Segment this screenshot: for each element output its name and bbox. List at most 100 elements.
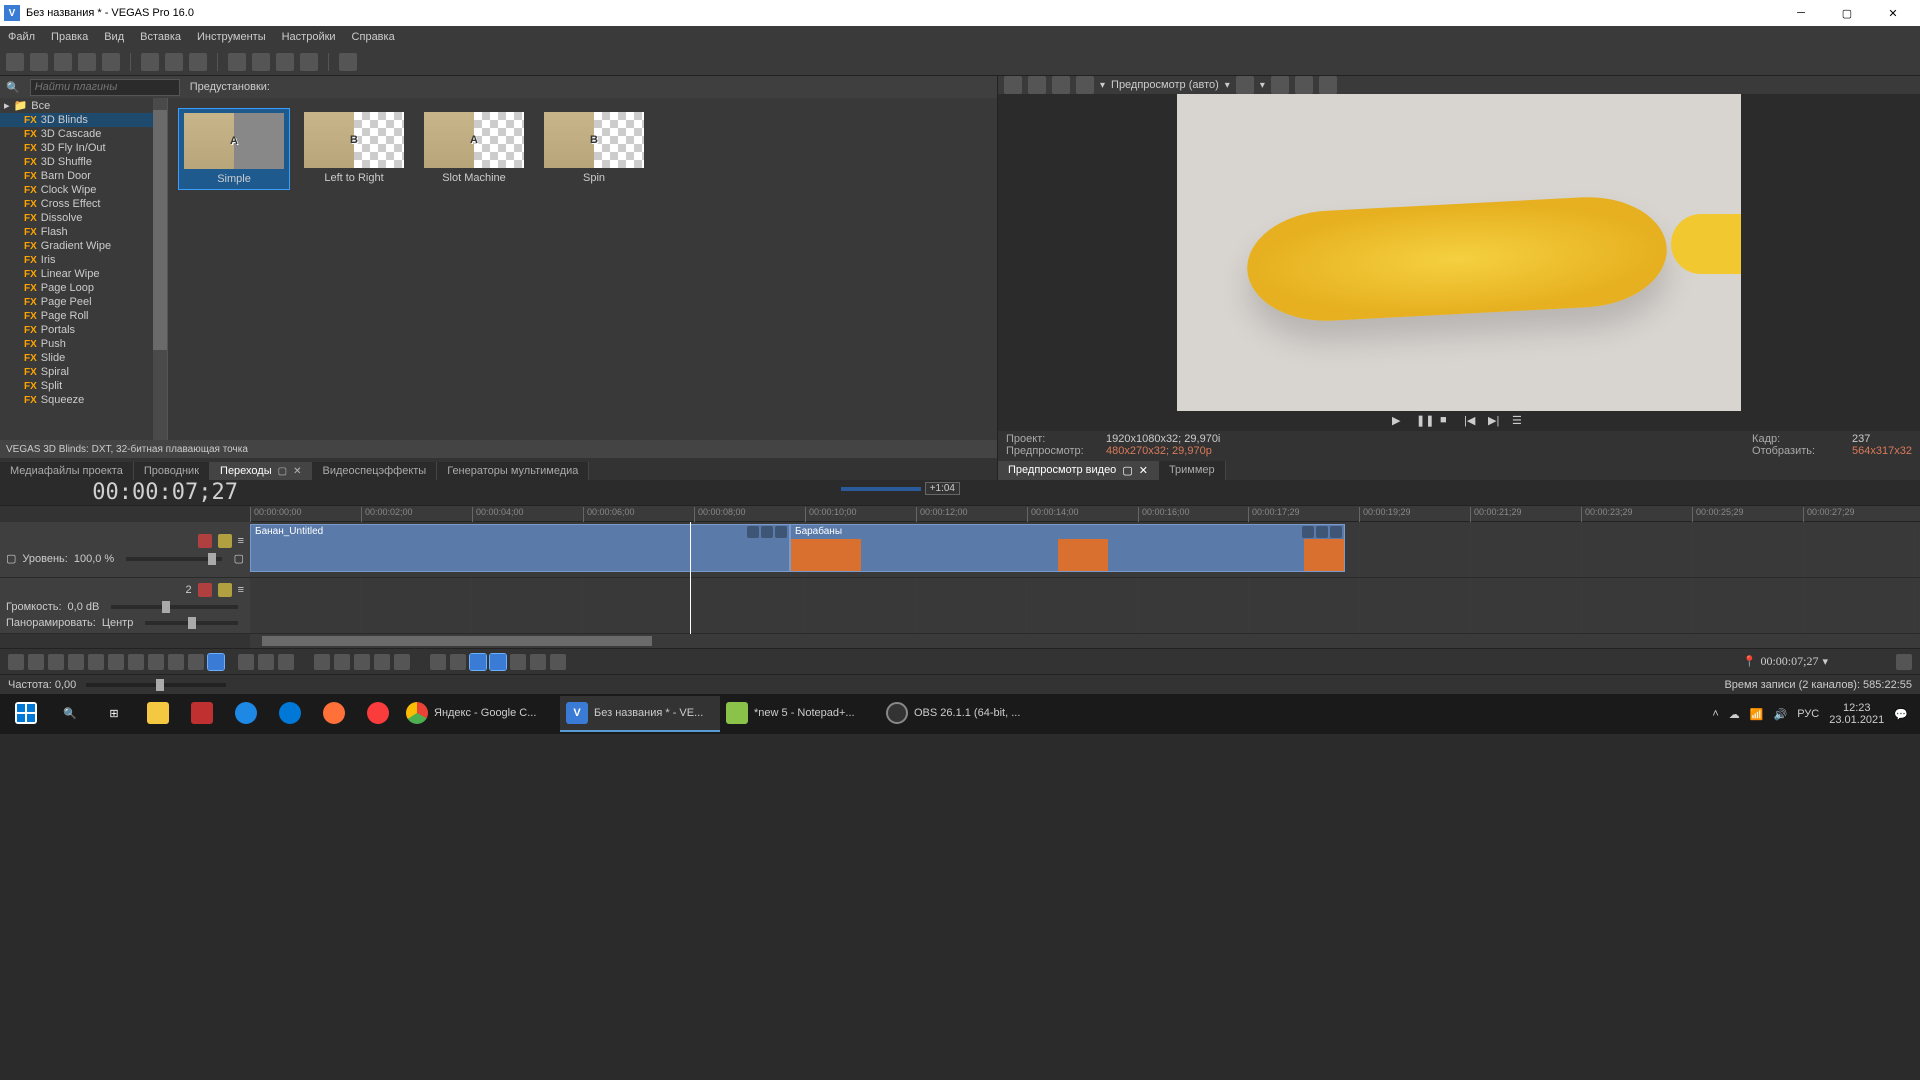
tray-language[interactable]: РУС	[1797, 708, 1819, 720]
tray-volume-icon[interactable]: 🔊	[1774, 708, 1788, 721]
menu-settings[interactable]: Настройки	[282, 31, 336, 43]
menu-insert[interactable]: Вставка	[140, 31, 181, 43]
fx-item[interactable]: FXSqueeze	[0, 393, 167, 407]
solo-icon[interactable]: ▢	[234, 552, 244, 565]
fx-item[interactable]: FXPage Roll	[0, 309, 167, 323]
save-project-icon[interactable]	[54, 53, 72, 71]
tab-media-generators[interactable]: Генераторы мультимедиа	[437, 462, 589, 480]
clip-crop-icon[interactable]	[1302, 526, 1314, 538]
explorer-button[interactable]	[136, 696, 180, 732]
clip-fx-icon[interactable]	[1316, 526, 1328, 538]
tray-chevron-icon[interactable]: ˄	[1712, 708, 1718, 720]
auto-ripple-button[interactable]	[334, 654, 350, 670]
preview-quality-dropdown[interactable]: Предпросмотр (авто)	[1111, 79, 1219, 91]
redo-dropdown-icon[interactable]	[300, 53, 318, 71]
misc-button-1[interactable]	[510, 654, 526, 670]
fx-item[interactable]: FXPage Peel	[0, 295, 167, 309]
fx-item-3d-blinds[interactable]: FX3D Blinds	[0, 113, 167, 127]
tab-video-preview[interactable]: Предпросмотр видео▢✕	[998, 461, 1159, 480]
clip-crop-icon[interactable]	[747, 526, 759, 538]
taskbar-obs[interactable]: OBS 26.1.1 (64-bit, ...	[880, 696, 1040, 732]
copy-icon[interactable]	[165, 53, 183, 71]
video-track-header[interactable]: ≡ ▢Уровень:100,0 %▢	[0, 522, 250, 578]
clip-fx-icon[interactable]	[761, 526, 773, 538]
prev-frame-button[interactable]	[168, 654, 184, 670]
arm-record-icon[interactable]	[198, 583, 212, 597]
misc-button-2[interactable]	[530, 654, 546, 670]
region-button[interactable]	[450, 654, 466, 670]
start-button[interactable]	[4, 696, 48, 732]
quantize-button[interactable]	[374, 654, 390, 670]
undo-icon[interactable]	[228, 53, 246, 71]
taskbar-firefox[interactable]	[312, 696, 356, 732]
split-screen-icon[interactable]	[1076, 76, 1094, 94]
stop-button[interactable]	[108, 654, 124, 670]
fx-item[interactable]: FXLinear Wipe	[0, 267, 167, 281]
video-clip-2[interactable]: Барабаны	[790, 524, 1345, 572]
taskbar-chrome[interactable]: Яндекс - Google C...	[400, 696, 560, 732]
fx-item[interactable]: FXSplit	[0, 379, 167, 393]
taskview-button[interactable]: ⊞	[92, 696, 136, 732]
fx-tree[interactable]: ▸📁Все FX3D Blinds FX3D Cascade FX3D Fly …	[0, 98, 168, 440]
tray-cloud-icon[interactable]: ☁	[1729, 708, 1740, 721]
fx-item[interactable]: FXPage Loop	[0, 281, 167, 295]
clip-menu-icon[interactable]	[775, 526, 787, 538]
preset-simple[interactable]: A Simple	[178, 108, 290, 190]
pan-slider[interactable]	[145, 621, 238, 625]
taskbar-edge[interactable]	[268, 696, 312, 732]
mute-icon[interactable]: ▢	[6, 552, 16, 565]
taskbar-opera[interactable]	[356, 696, 400, 732]
fx-root[interactable]: ▸📁Все	[0, 98, 167, 113]
tray-notifications-icon[interactable]: 💬	[1894, 708, 1908, 721]
menu-tools[interactable]: Инструменты	[197, 31, 266, 43]
track-menu-icon[interactable]: ≡	[238, 535, 244, 547]
track-motion-icon[interactable]	[198, 534, 212, 548]
paste-icon[interactable]	[189, 53, 207, 71]
play-button[interactable]	[68, 654, 84, 670]
fx-item[interactable]: FXSlide	[0, 351, 167, 365]
video-track[interactable]: Банан_Untitled Барабаны	[250, 522, 1920, 578]
preset-slot-machine[interactable]: A Slot Machine	[418, 108, 530, 188]
play-from-start-button[interactable]	[48, 654, 64, 670]
close-tab-icon[interactable]: ✕	[1139, 464, 1148, 477]
envelope-tool[interactable]	[238, 654, 254, 670]
copy-snapshot-icon[interactable]	[1295, 76, 1313, 94]
tracks-area[interactable]: Банан_Untitled Барабаны	[250, 522, 1920, 634]
menu-help[interactable]: Справка	[352, 31, 395, 43]
fx-item[interactable]: FXCross Effect	[0, 197, 167, 211]
undock-icon[interactable]: ▢	[1122, 464, 1132, 477]
fx-item[interactable]: FX3D Fly In/Out	[0, 141, 167, 155]
tab-videofx[interactable]: Видеоспецэффекты	[312, 462, 437, 480]
minimize-button[interactable]: ─	[1778, 0, 1824, 26]
fx-tree-scrollbar[interactable]	[153, 98, 167, 440]
loop-button[interactable]	[28, 654, 44, 670]
level-slider[interactable]	[126, 557, 221, 561]
save-snapshot-icon[interactable]	[1319, 76, 1337, 94]
fx-item[interactable]: FXIris	[0, 253, 167, 267]
auto-crossfade-button[interactable]	[354, 654, 370, 670]
help-icon[interactable]	[339, 53, 357, 71]
taskbar-vegas[interactable]: VБез названия * - VE...	[560, 696, 720, 732]
cut-icon[interactable]	[141, 53, 159, 71]
tray-network-icon[interactable]: 📶	[1750, 708, 1764, 721]
time-dropdown-icon[interactable]: ▾	[1822, 655, 1828, 668]
selection-tool[interactable]	[258, 654, 274, 670]
ignore-event-grouping-button[interactable]	[470, 654, 486, 670]
menu-view[interactable]: Вид	[104, 31, 124, 43]
new-project-icon[interactable]	[6, 53, 24, 71]
tab-project-media[interactable]: Медиафайлы проекта	[0, 462, 134, 480]
tab-trimmer[interactable]: Триммер	[1159, 461, 1226, 480]
transport-time[interactable]: 00:00:07;27	[1760, 654, 1818, 669]
taskbar-ie[interactable]	[224, 696, 268, 732]
fx-item[interactable]: FXGradient Wipe	[0, 239, 167, 253]
next-frame-button[interactable]	[188, 654, 204, 670]
normal-edit-tool[interactable]	[208, 654, 224, 670]
menu-file[interactable]: Файл	[8, 31, 35, 43]
go-end-button[interactable]	[148, 654, 164, 670]
close-tab-icon[interactable]: ✕	[293, 466, 301, 477]
lock-button[interactable]	[394, 654, 410, 670]
maximize-button[interactable]: ▢	[1824, 0, 1870, 26]
system-tray[interactable]: ˄ ☁ 📶 🔊 РУС 12:23 23.01.2021 💬	[1704, 702, 1916, 726]
playhead[interactable]	[690, 522, 691, 634]
properties-icon[interactable]	[102, 53, 120, 71]
